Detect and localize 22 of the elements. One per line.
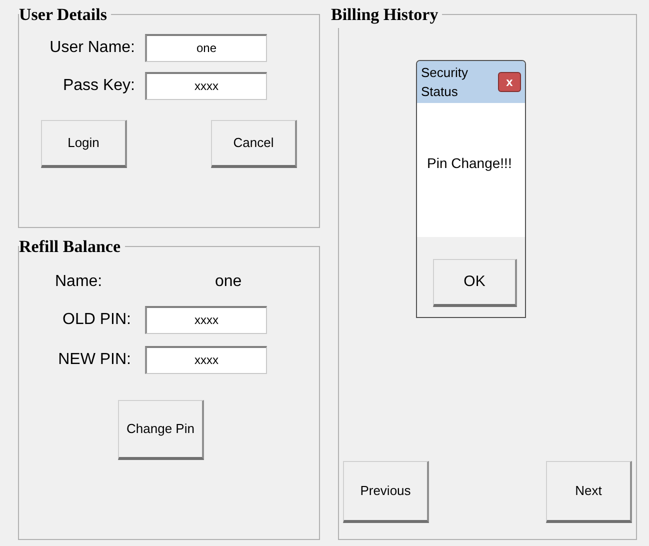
group-title: Billing History bbox=[331, 4, 440, 26]
name-value: one bbox=[215, 272, 242, 292]
input-field[interactable]: xxxx bbox=[145, 346, 267, 374]
nav-button[interactable]: Previous bbox=[343, 461, 429, 523]
dialog-button[interactable]: Cancel bbox=[211, 120, 297, 168]
field-label: User Name: bbox=[48, 38, 135, 58]
field-label: OLD PIN: bbox=[62, 310, 131, 330]
dialog-title: Security Status bbox=[421, 64, 469, 101]
group-title: User Details bbox=[19, 4, 108, 26]
change-pin-button[interactable]: Change Pin bbox=[118, 400, 204, 460]
dialog-button[interactable]: Login bbox=[41, 120, 127, 168]
ok-button[interactable]: OK bbox=[433, 259, 517, 307]
close-button[interactable]: x bbox=[498, 72, 521, 92]
input-field[interactable]: xxxx bbox=[145, 306, 267, 334]
field-label: Pass Key: bbox=[62, 76, 135, 96]
nav-button[interactable]: Next bbox=[546, 461, 632, 523]
name-label: Name: bbox=[55, 272, 104, 292]
input-field[interactable]: xxxx bbox=[145, 72, 267, 100]
group-title: Refill Balance bbox=[19, 236, 122, 258]
field-label: NEW PIN: bbox=[57, 350, 131, 370]
dialog-message: Pin Change!!! bbox=[427, 154, 512, 173]
input-field[interactable]: one bbox=[145, 34, 267, 62]
